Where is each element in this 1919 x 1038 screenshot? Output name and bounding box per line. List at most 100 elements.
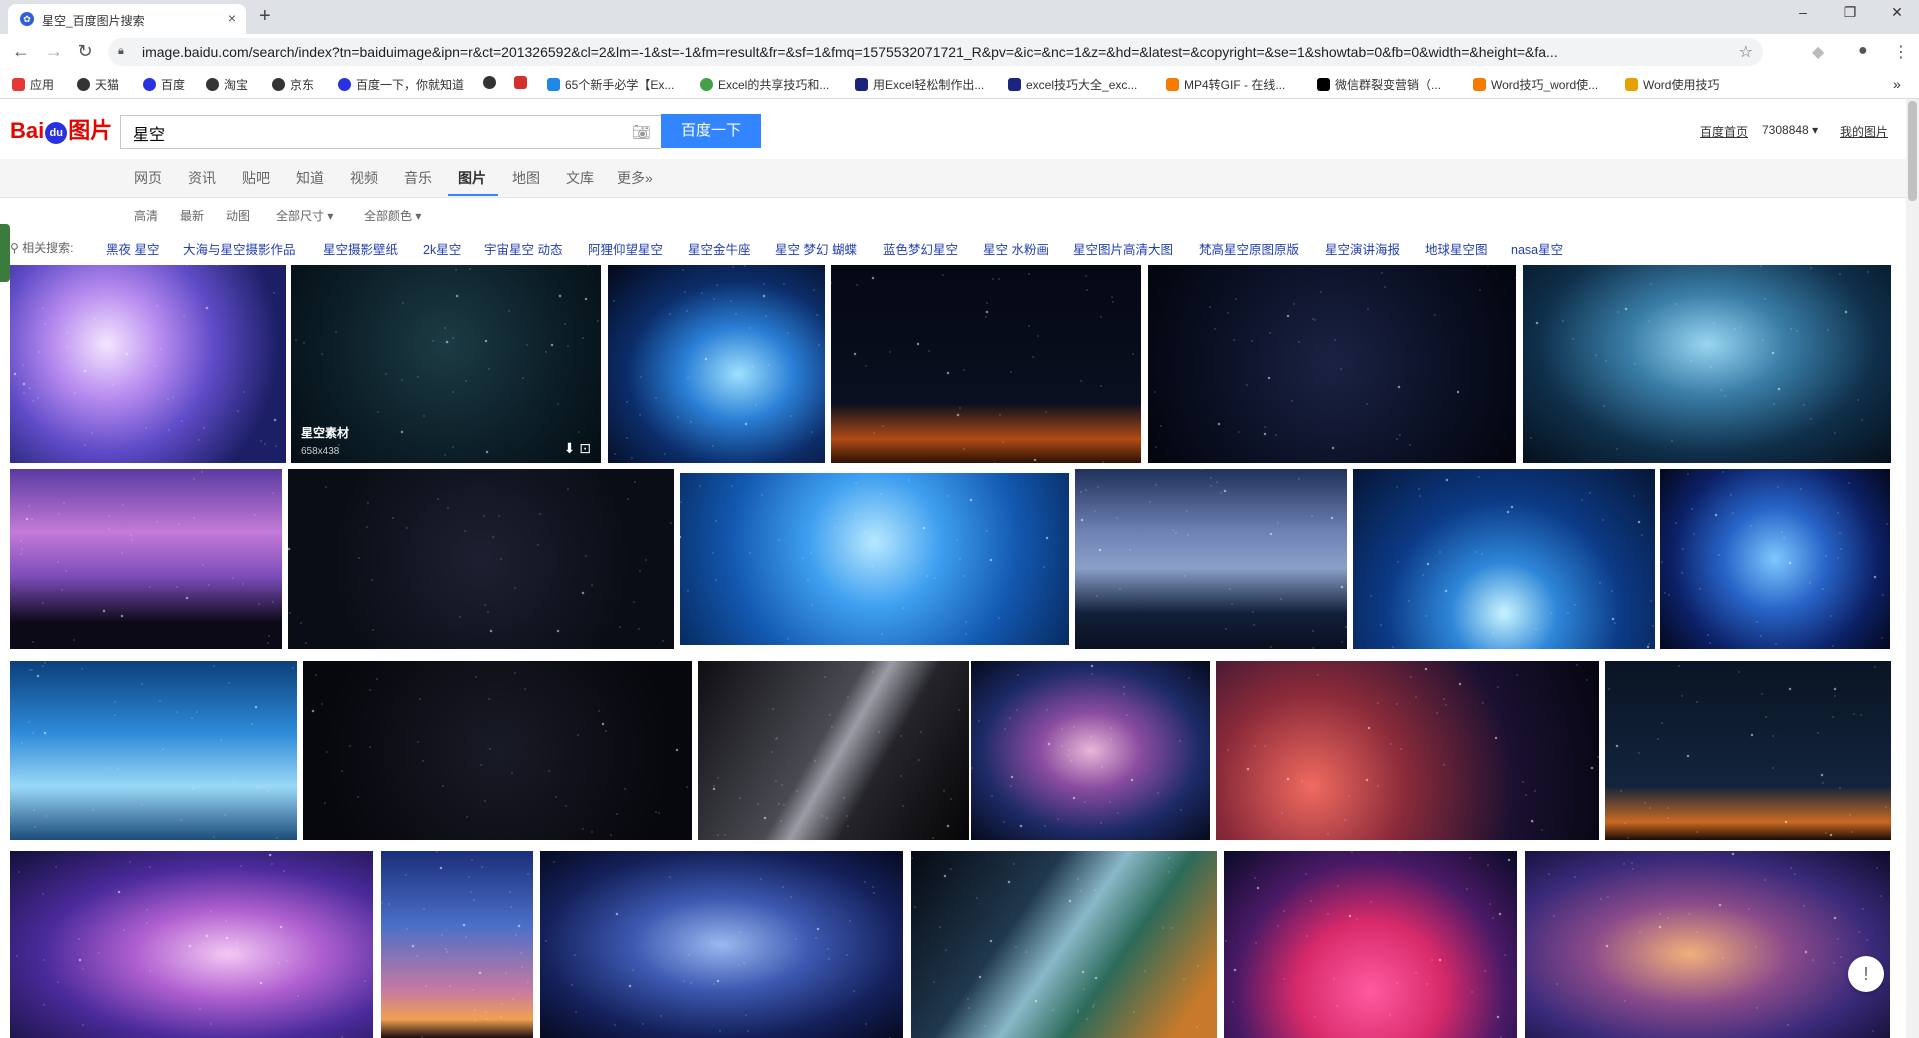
- image-result[interactable]: [10, 265, 286, 463]
- search-button[interactable]: 百度一下: [661, 114, 761, 148]
- related-link[interactable]: 黑夜 星空: [106, 239, 159, 258]
- image-result[interactable]: [698, 661, 969, 840]
- side-feedback-tab[interactable]: [0, 224, 10, 282]
- back-icon[interactable]: ←: [10, 41, 32, 62]
- tab-wenku[interactable]: 文库: [566, 168, 594, 188]
- image-result[interactable]: [680, 473, 1069, 645]
- camera-icon[interactable]: 📷︎: [632, 123, 651, 141]
- scrollbar-thumb[interactable]: [1908, 101, 1917, 201]
- related-link[interactable]: 蓝色梦幻星空: [883, 239, 958, 258]
- bookmark-excel-65[interactable]: 65个新手必学【Ex...: [547, 76, 674, 93]
- image-result[interactable]: [1216, 661, 1599, 840]
- address-bar[interactable]: 🔒︎ image.baidu.com/search/index?tn=baidu…: [108, 38, 1763, 66]
- bookmark-excel-make[interactable]: 用Excel轻松制作出...: [855, 76, 984, 93]
- bookmark-tmall[interactable]: 天猫: [77, 76, 119, 93]
- tab-tieba[interactable]: 贴吧: [242, 168, 270, 188]
- bookmark-taobao[interactable]: 淘宝: [206, 76, 248, 93]
- tab-web[interactable]: 网页: [134, 168, 162, 188]
- tab-map[interactable]: 地图: [512, 168, 540, 188]
- filter-size[interactable]: 全部尺寸 ▾: [276, 207, 333, 224]
- image-result[interactable]: [381, 851, 533, 1038]
- tab-more[interactable]: 更多»: [617, 168, 653, 188]
- bookmark-star-icon[interactable]: ☆: [1739, 42, 1753, 62]
- similar-search-icon[interactable]: ⊡: [579, 440, 591, 456]
- baidu-home-link[interactable]: 百度首页: [1700, 123, 1748, 140]
- image-result[interactable]: [1224, 851, 1517, 1038]
- filter-latest[interactable]: 最新: [180, 207, 204, 224]
- search-input[interactable]: [131, 120, 615, 146]
- extension-icon[interactable]: ◆: [1812, 42, 1824, 62]
- related-link[interactable]: 星空 水粉画: [983, 239, 1049, 258]
- tab-video[interactable]: 视频: [350, 168, 378, 188]
- bookmark-baidu[interactable]: 百度: [143, 76, 185, 93]
- image-result[interactable]: [1148, 265, 1516, 463]
- image-result[interactable]: [10, 469, 282, 649]
- image-result[interactable]: [608, 265, 825, 463]
- tab-zhidao[interactable]: 知道: [296, 168, 324, 188]
- bookmark-word-tips[interactable]: Word技巧_word使...: [1473, 76, 1598, 93]
- image-result[interactable]: [540, 851, 903, 1038]
- bookmark-globe[interactable]: [483, 76, 501, 90]
- image-result[interactable]: [1660, 469, 1890, 649]
- globe-icon: [483, 76, 496, 89]
- browser-tab[interactable]: ✿ 星空_百度图片搜索 ×: [8, 4, 246, 34]
- related-link[interactable]: 星空摄影壁纸: [323, 239, 398, 258]
- bookmark-wechat[interactable]: 微信群裂变营销（...: [1317, 76, 1441, 93]
- related-link[interactable]: 地球星空图: [1425, 239, 1488, 258]
- bookmark-baidu-home[interactable]: 百度一下，你就知道: [338, 76, 464, 93]
- filter-animated[interactable]: 动图: [226, 207, 250, 224]
- image-result[interactable]: [1523, 265, 1891, 463]
- related-link[interactable]: 星空演讲海报: [1325, 239, 1400, 258]
- related-link[interactable]: nasa星空: [1511, 239, 1563, 258]
- image-result-hovered[interactable]: 星空素材 658x438 ⬇ ⊡: [291, 265, 601, 463]
- image-result[interactable]: [10, 851, 373, 1038]
- related-link[interactable]: 星空 梦幻 蝴蝶: [775, 239, 857, 258]
- my-images-link[interactable]: 我的图片: [1840, 123, 1888, 140]
- image-result[interactable]: [911, 851, 1217, 1038]
- related-link[interactable]: 阿狸仰望星空: [588, 239, 663, 258]
- minimize-icon[interactable]: –: [1791, 4, 1815, 20]
- window-close-icon[interactable]: ✕: [1885, 4, 1909, 21]
- bookmark-apps[interactable]: 应用: [12, 76, 54, 93]
- bookmark-mp4-gif[interactable]: MP4转GIF - 在线...: [1166, 76, 1285, 93]
- user-account-link[interactable]: 7308848 ▾: [1762, 123, 1818, 137]
- related-link[interactable]: 宇宙星空 动态: [484, 239, 562, 258]
- filter-color[interactable]: 全部颜色 ▾: [364, 207, 421, 224]
- image-result[interactable]: [1075, 469, 1347, 649]
- filter-hd[interactable]: 高清: [134, 207, 158, 224]
- reload-icon[interactable]: ↻: [74, 41, 96, 62]
- image-result[interactable]: [971, 661, 1210, 840]
- url-text[interactable]: image.baidu.com/search/index?tn=baiduima…: [142, 44, 1732, 60]
- image-result[interactable]: [831, 265, 1141, 463]
- baidu-image-logo[interactable]: Bai du 图片: [10, 113, 112, 145]
- profile-icon[interactable]: ●: [1858, 42, 1868, 60]
- page-scrollbar[interactable]: [1906, 99, 1919, 1038]
- related-link[interactable]: 星空金牛座: [688, 239, 751, 258]
- feedback-button[interactable]: !: [1848, 956, 1884, 992]
- bookmark-jd[interactable]: 京东: [272, 76, 314, 93]
- image-result[interactable]: [303, 661, 692, 840]
- image-result[interactable]: [10, 661, 297, 840]
- image-result[interactable]: [1525, 851, 1890, 1038]
- related-link[interactable]: 星空图片高清大图: [1073, 239, 1173, 258]
- tab-news[interactable]: 资讯: [188, 168, 216, 188]
- download-icon[interactable]: ⬇: [564, 440, 576, 456]
- bookmarks-overflow-icon[interactable]: »: [1893, 76, 1901, 92]
- tab-music[interactable]: 音乐: [404, 168, 432, 188]
- related-link[interactable]: 梵高星空原图原版: [1199, 239, 1299, 258]
- bookmark-red[interactable]: [514, 76, 532, 90]
- new-tab-button[interactable]: +: [259, 5, 271, 28]
- forward-icon[interactable]: →: [43, 41, 65, 62]
- related-link[interactable]: 大海与星空摄影作品: [183, 239, 296, 258]
- tab-images[interactable]: 图片: [458, 168, 486, 188]
- restore-icon[interactable]: ❐: [1838, 4, 1862, 21]
- bookmark-excel-tips[interactable]: excel技巧大全_exc...: [1008, 76, 1137, 93]
- menu-icon[interactable]: ⋮: [1893, 42, 1909, 62]
- image-result[interactable]: [1605, 661, 1891, 840]
- bookmark-excel-share[interactable]: Excel的共享技巧和...: [700, 76, 829, 93]
- image-result[interactable]: [1353, 469, 1655, 649]
- related-link[interactable]: 2k星空: [423, 239, 461, 258]
- tab-close-icon[interactable]: ×: [228, 10, 236, 26]
- image-result[interactable]: [288, 469, 674, 649]
- bookmark-word-use[interactable]: Word使用技巧: [1625, 76, 1719, 93]
